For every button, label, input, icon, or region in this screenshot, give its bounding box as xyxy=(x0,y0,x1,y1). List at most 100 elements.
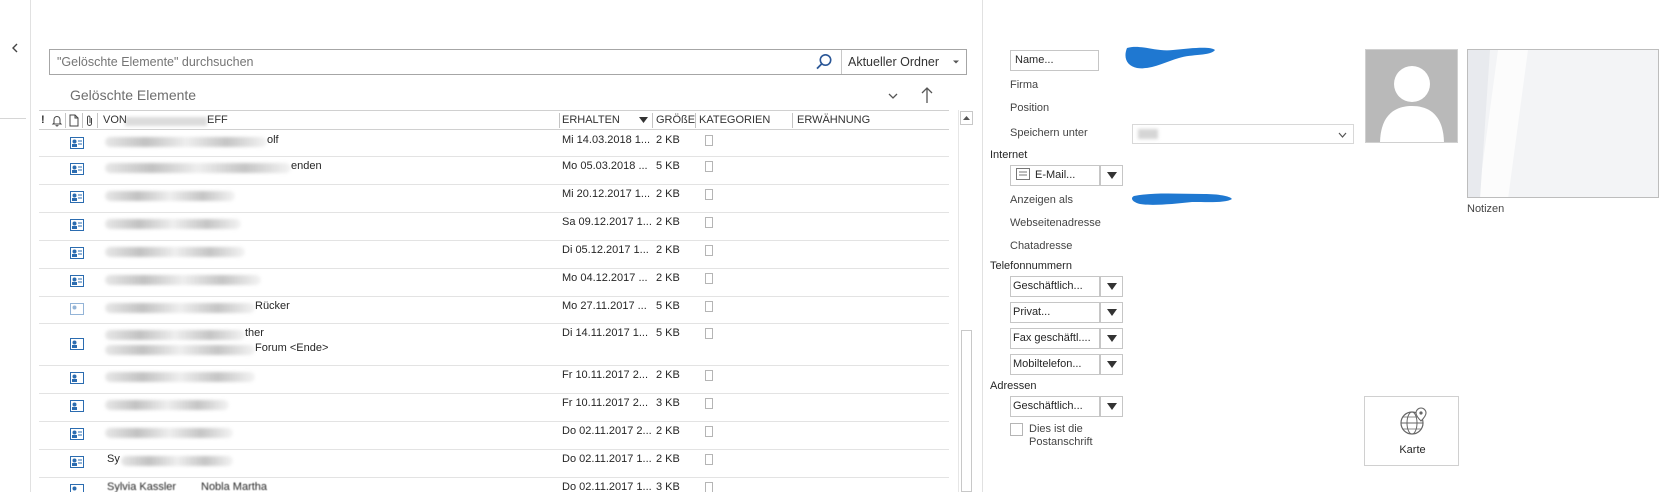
table-row[interactable]: Rücker Mo 27.11.2017 ... 5 KB xyxy=(39,297,949,324)
business-fax-button[interactable]: Fax geschäftl.... xyxy=(1010,328,1100,349)
category-box[interactable] xyxy=(705,245,713,256)
size-column-header[interactable]: GRÖßE xyxy=(656,114,695,126)
table-row[interactable]: Di 05.12.2017 1... 2 KB xyxy=(39,241,949,269)
table-row[interactable]: ther Forum <Ende> Di 14.11.2017 1... 5 K… xyxy=(39,324,949,366)
home-phone-dropdown-arrow[interactable] xyxy=(1100,302,1123,323)
row-sender: Sylvia Kassler xyxy=(107,481,177,492)
table-row[interactable]: Mi 20.12.2017 1... 2 KB xyxy=(39,185,949,213)
map-button[interactable]: Karte xyxy=(1364,396,1459,466)
table-row[interactable]: Sylvia Kassler Nobla Martha Do 02.11.201… xyxy=(39,478,949,492)
subject-column-header[interactable]: EFF xyxy=(207,114,228,126)
category-box[interactable] xyxy=(705,161,713,172)
search-scope-select[interactable]: Aktueller Ordner xyxy=(842,50,966,74)
contact-photo[interactable] xyxy=(1365,49,1458,143)
category-box[interactable] xyxy=(705,426,713,437)
category-box[interactable] xyxy=(705,273,713,284)
sort-direction-arrow-icon[interactable] xyxy=(920,86,934,104)
name-button[interactable]: Name... xyxy=(1010,50,1099,71)
category-box[interactable] xyxy=(705,189,713,200)
redaction-mark xyxy=(1132,193,1232,205)
row-sender-secondary: Nobla Martha xyxy=(201,481,268,492)
chevron-left-icon[interactable] xyxy=(9,41,21,55)
save-as-label: Speichern unter xyxy=(1010,127,1088,139)
scroll-thumb[interactable] xyxy=(961,330,972,492)
table-row[interactable]: Do 02.11.2017 2... 2 KB xyxy=(39,422,949,450)
contact-card-icon xyxy=(70,484,84,492)
scroll-up-button[interactable] xyxy=(960,111,973,125)
caret-up-icon xyxy=(963,116,970,120)
table-row[interactable]: Sy Do 02.11.2017 1... 2 KB xyxy=(39,450,949,478)
notes-field[interactable] xyxy=(1467,49,1659,198)
row-sender: Rücker xyxy=(255,300,290,312)
postal-address-checkbox[interactable] xyxy=(1010,423,1023,436)
home-phone-button[interactable]: Privat... xyxy=(1010,302,1100,323)
search-button[interactable] xyxy=(806,50,842,74)
reminder-bell-icon[interactable] xyxy=(51,114,63,127)
category-box[interactable] xyxy=(705,454,713,465)
sort-caret-down-icon xyxy=(639,117,648,123)
row-received: Di 05.12.2017 1... xyxy=(562,244,649,256)
category-box[interactable] xyxy=(705,370,713,381)
save-as-select[interactable] xyxy=(1132,124,1354,144)
business-phone-dropdown-arrow[interactable] xyxy=(1100,276,1123,297)
vertical-scrollbar[interactable] xyxy=(958,110,973,492)
business-fax-dropdown-arrow[interactable] xyxy=(1100,328,1123,349)
row-received: Do 02.11.2017 1... xyxy=(562,453,652,465)
folder-title: Gelöschte Elemente xyxy=(70,87,197,103)
internet-section-label: Internet xyxy=(990,149,1028,161)
globe-map-pin-icon xyxy=(1400,407,1427,435)
attachment-paperclip-icon[interactable] xyxy=(85,114,94,127)
caret-down-icon xyxy=(1106,172,1117,179)
row-size: 2 KB xyxy=(656,425,680,437)
document-icon[interactable] xyxy=(69,114,79,127)
contact-card-icon xyxy=(70,219,84,231)
table-row[interactable]: Fr 10.11.2017 2... 3 KB xyxy=(39,394,949,422)
phone-section-label: Telefonnummern xyxy=(990,260,1072,272)
category-box[interactable] xyxy=(705,328,713,339)
table-row[interactable]: Fr 10.11.2017 2... 2 KB xyxy=(39,366,949,394)
row-sender: enden xyxy=(291,160,322,172)
row-size: 5 KB xyxy=(656,160,680,172)
chevron-down-icon xyxy=(1338,132,1347,138)
received-column-header[interactable]: ERHALTEN xyxy=(562,114,620,126)
category-box[interactable] xyxy=(705,135,713,146)
row-size: 3 KB xyxy=(656,397,680,409)
table-row[interactable]: Sa 09.12.2017 1... 2 KB xyxy=(39,213,949,241)
caret-down-icon xyxy=(953,60,959,64)
row-size: 5 KB xyxy=(656,300,680,312)
category-box[interactable] xyxy=(705,217,713,228)
search-bar: Aktueller Ordner xyxy=(49,49,967,75)
business-address-button[interactable]: Geschäftlich... xyxy=(1010,396,1100,417)
table-row[interactable]: olf Mi 14.03.2018 1... 2 KB xyxy=(39,131,949,157)
row-received: Fr 10.11.2017 2... xyxy=(562,369,649,381)
notes-background xyxy=(1468,50,1658,197)
pane-divider xyxy=(982,0,983,492)
categories-column-header[interactable]: KATEGORIEN xyxy=(699,114,770,126)
row-received: Di 14.11.2017 1... xyxy=(562,327,649,339)
contact-card-icon xyxy=(70,338,84,350)
mobile-phone-button[interactable]: Mobiltelefon... xyxy=(1010,354,1100,375)
row-size: 2 KB xyxy=(656,272,680,284)
mention-column-header[interactable]: ERWÄHNUNG xyxy=(797,114,870,126)
from-column-header[interactable]: VON xyxy=(103,114,127,126)
table-row[interactable]: enden Mo 05.03.2018 ... 5 KB xyxy=(39,157,949,185)
category-box[interactable] xyxy=(705,301,713,312)
business-address-dropdown-arrow[interactable] xyxy=(1100,396,1123,417)
row-received: Do 02.11.2017 1... xyxy=(562,481,652,492)
row-size: 2 KB xyxy=(656,134,680,146)
business-phone-button[interactable]: Geschäftlich... xyxy=(1010,276,1100,297)
position-label: Position xyxy=(1010,102,1050,114)
mobile-phone-dropdown-arrow[interactable] xyxy=(1100,354,1123,375)
importance-column-icon[interactable]: ! xyxy=(41,114,45,126)
message-list-header: ! VON EFF ERHALTEN GRÖßE KATEGORIEN ERWÄ… xyxy=(39,110,949,130)
chevron-down-icon[interactable] xyxy=(887,91,899,101)
category-box[interactable] xyxy=(705,398,713,409)
website-label: Webseitenadresse xyxy=(1010,217,1101,229)
caret-down-icon xyxy=(1106,361,1117,368)
search-input[interactable] xyxy=(50,50,806,74)
table-row[interactable]: Mo 04.12.2017 ... 2 KB xyxy=(39,269,949,297)
row-received: Mi 20.12.2017 1... xyxy=(562,188,651,200)
email-dropdown-arrow[interactable] xyxy=(1100,165,1123,186)
chat-label: Chatadresse xyxy=(1010,240,1073,252)
category-box[interactable] xyxy=(705,482,713,492)
